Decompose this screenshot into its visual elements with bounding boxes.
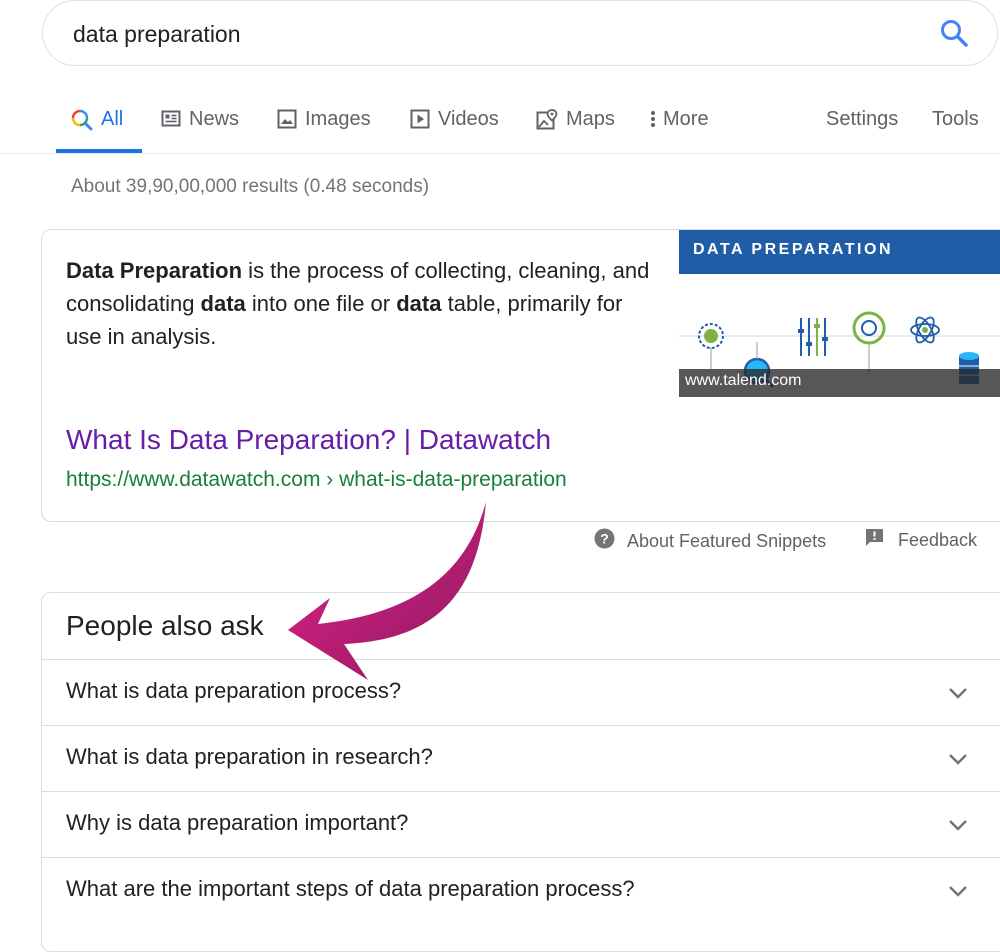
tab-more-label: More: [663, 108, 709, 130]
chevron-down-icon[interactable]: [947, 814, 969, 841]
image-icon: [277, 109, 297, 135]
thumbnail-banner: DATA PREPARATION: [679, 230, 1000, 274]
question-row[interactable]: What are the important steps of data pre…: [42, 857, 1000, 923]
tab-images-label: Images: [305, 108, 371, 130]
settings-label: Settings: [826, 108, 899, 130]
people-also-ask-heading: People also ask: [66, 610, 264, 641]
result-url[interactable]: https://www.datawatch.com › what-is-data…: [66, 468, 567, 492]
search-icon[interactable]: [939, 18, 969, 53]
thumbnail-heading: DATA PREPARATION: [693, 241, 893, 258]
snippet-bold: Data Preparation: [66, 258, 243, 283]
settings-link[interactable]: Settings: [826, 92, 898, 152]
featured-snippet-card: Data Preparation is the process of colle…: [41, 229, 1000, 522]
tools-link[interactable]: Tools: [932, 92, 979, 152]
result-title-link[interactable]: What Is Data Preparation? | Datawatch: [66, 424, 551, 456]
thumbnail-source: www.talend.com: [685, 372, 802, 389]
result-stats: About 39,90,00,000 results (0.48 seconds…: [71, 176, 430, 197]
question-text: Why is data preparation important?: [66, 810, 409, 835]
tab-news-label: News: [189, 108, 240, 130]
question-text: What is data preparation in research?: [66, 744, 433, 769]
play-icon: [410, 109, 430, 135]
question-row[interactable]: What is data preparation process?: [42, 659, 1000, 725]
snippet-bold: data: [200, 291, 246, 316]
people-also-ask-card: People also ask What is data preparation…: [41, 592, 1000, 952]
atom-node-icon: [910, 316, 940, 344]
question-row[interactable]: Why is data preparation important?: [42, 791, 1000, 857]
help-circle-icon: ?: [594, 528, 615, 554]
tab-more[interactable]: More: [649, 92, 709, 152]
search-tabs: All News Images Videos Maps More Setting…: [0, 92, 1000, 154]
sliders-node-icon: [798, 318, 828, 356]
snippet-span: into one file or: [245, 291, 397, 316]
snippet-thumbnail[interactable]: DATA PREPARATION www.talend.com: [679, 230, 1000, 397]
feedback-link[interactable]: Feedback: [865, 528, 977, 552]
chevron-down-icon[interactable]: [947, 748, 969, 775]
search-input[interactable]: data preparation: [73, 21, 241, 48]
tab-maps[interactable]: Maps: [536, 92, 615, 152]
target-node-icon: [852, 311, 886, 374]
vertical-dots-icon: [649, 109, 657, 135]
chevron-down-icon[interactable]: [947, 682, 969, 709]
tab-all[interactable]: All: [71, 92, 123, 152]
about-featured-snippets-label: About Featured Snippets: [627, 530, 827, 551]
feedback-label: Feedback: [898, 529, 978, 550]
about-featured-snippets-link[interactable]: ? About Featured Snippets: [594, 528, 826, 554]
tools-label: Tools: [932, 108, 979, 130]
tab-images[interactable]: Images: [277, 92, 371, 152]
snippet-text: Data Preparation is the process of colle…: [66, 254, 656, 353]
svg-text:?: ?: [600, 531, 609, 547]
feedback-icon: [865, 528, 884, 552]
chevron-down-icon[interactable]: [947, 880, 969, 907]
virus-node-icon: [698, 323, 724, 369]
search-box[interactable]: data preparation: [42, 0, 998, 66]
map-pin-icon: [536, 109, 558, 137]
tab-all-label: All: [101, 108, 124, 130]
tabs-divider: [0, 153, 1000, 154]
question-text: What is data preparation process?: [66, 678, 402, 703]
question-text: What are the important steps of data pre…: [66, 876, 635, 901]
multicolor-search-icon: [71, 109, 93, 137]
question-row[interactable]: What is data preparation in research?: [42, 725, 1000, 791]
tab-news[interactable]: News: [161, 92, 239, 152]
snippet-bold: data: [396, 291, 442, 316]
tab-videos[interactable]: Videos: [410, 92, 499, 152]
tab-videos-label: Videos: [438, 108, 499, 130]
newspaper-icon: [161, 109, 181, 135]
tab-maps-label: Maps: [566, 108, 615, 130]
thumbnail-source-bar: www.talend.com: [679, 369, 1000, 397]
